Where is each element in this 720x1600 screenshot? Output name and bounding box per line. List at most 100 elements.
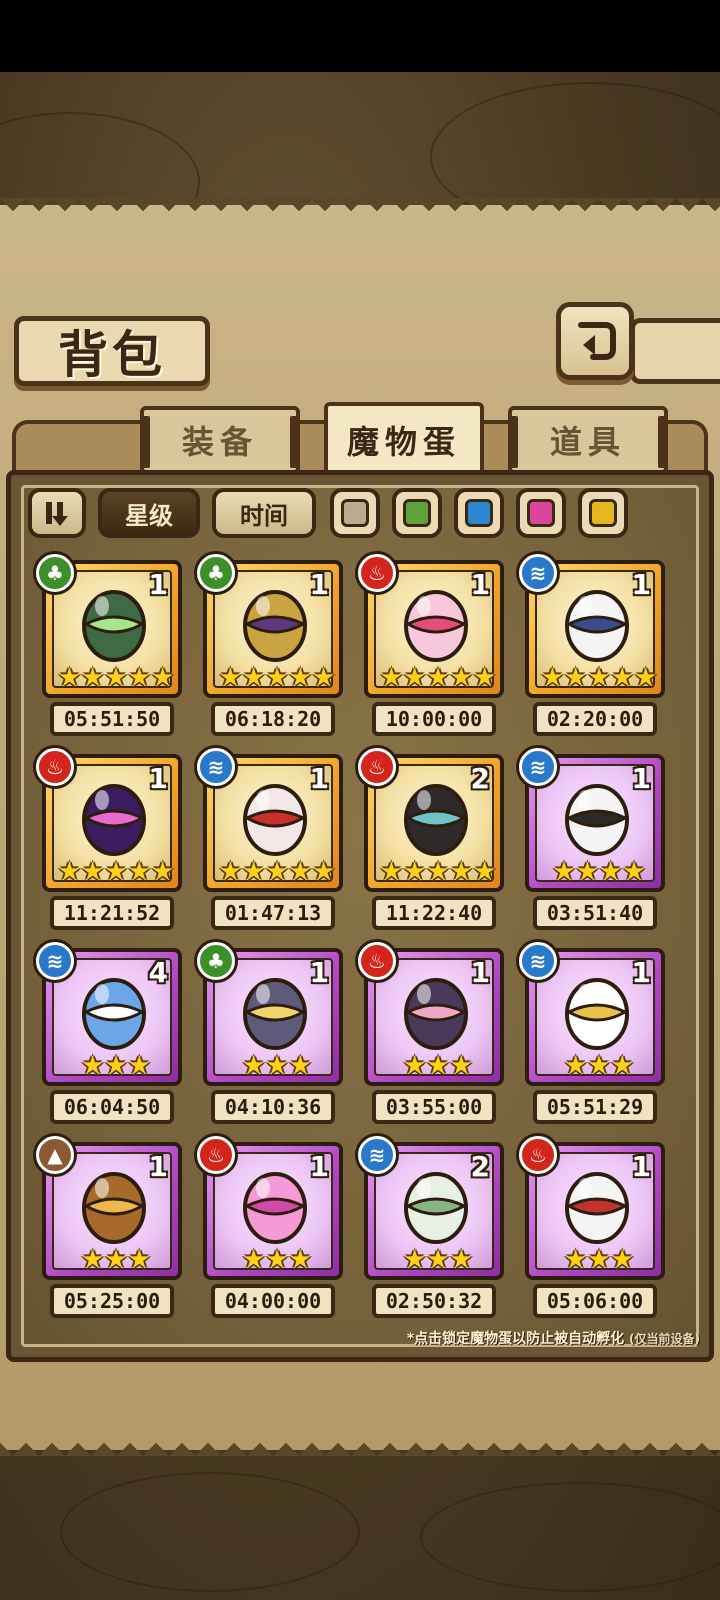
star-icon: ★ [288,857,312,887]
hatch-timer: 11:21:52 [50,896,174,930]
star-icon: ★ [81,857,105,887]
egg-slot[interactable]: 1 ★ ★ ★ ★ ★ ≋ 01:47:13 [197,748,343,934]
star-rating: ★ ★ ★ [529,1245,661,1275]
star-icon: ★ [311,857,336,887]
filter-color-pink[interactable] [516,488,566,538]
sort-by-stars-label: 星级 [125,500,173,530]
filter-color-yellow[interactable] [578,488,628,538]
tab-bar: 装备 魔物蛋 道具 [12,402,708,478]
auto-hatch-footnote: *点击锁定魔物蛋以防止被自动孵化 (仅当前设备) [300,1328,700,1348]
star-icon: ★ [426,1051,450,1081]
back-rail [630,318,720,384]
color-swatch [465,499,493,527]
egg-quantity: 1 [631,956,651,989]
star-rating: ★ ★ ★ ★ [529,858,661,886]
water-element-icon: ≋ [36,942,74,980]
star-icon: ★ [426,857,450,887]
egg-quantity: 1 [309,762,329,795]
star-rating: ★ ★ ★ [368,1051,500,1081]
egg-slot[interactable]: 1 ★ ★ ★ ★ ★ ♣ 05:51:50 [36,554,182,740]
star-icon: ★ [540,663,565,693]
fire-element-icon: ♨ [197,1136,235,1174]
star-icon: ★ [449,663,473,693]
star-icon: ★ [218,857,243,887]
sort-order-button[interactable] [28,488,86,538]
egg-slot[interactable]: 1 ★ ★ ★ ★ ★ ≋ 02:20:00 [519,554,665,740]
sort-by-time-button[interactable]: 时间 [212,488,316,538]
star-icon: ★ [426,1245,450,1275]
star-rating: ★ ★ ★ ★ ★ [207,857,339,887]
demon-mask-egg-icon [404,978,468,1050]
filter-color-green[interactable] [392,488,442,538]
egg-slot[interactable]: 1 ★ ★ ★ ♣ 04:10:36 [197,942,343,1128]
sort-by-stars-button[interactable]: 星级 [98,488,200,538]
egg-slot[interactable]: 1 ★ ★ ★ ★ ★ ♨ 10:00:00 [358,554,504,740]
star-icon: ★ [81,663,105,693]
page-title: 背包 [58,325,166,384]
spotted-nest-egg-icon [243,784,307,856]
egg-slot[interactable]: 1 ★ ★ ★ ≋ 05:51:29 [519,942,665,1128]
pirate-hat-egg-icon [404,784,468,856]
fire-element-icon: ♨ [358,748,396,786]
egg-grid: 1 ★ ★ ★ ★ ★ ♣ 05:51:50 1 ★ ★ ★ ★ ★ ♣ 06:18:20 1 ★ ★ ★ ★ ★ ♨ 10:… [36,554,678,1330]
hatch-timer: 05:51:50 [50,702,174,736]
tab-label: 魔物蛋 [346,423,461,461]
egg-slot[interactable]: 1 ★ ★ ★ ▲ 05:25:00 [36,1136,182,1322]
egg-slot[interactable]: 2 ★ ★ ★ ★ ★ ♨ 11:22:40 [358,748,504,934]
color-swatch [589,499,617,527]
star-icon: ★ [242,1245,266,1275]
tab-post [510,416,518,468]
egg-slot[interactable]: 1 ★ ★ ★ ♨ 03:55:00 [358,942,504,1128]
hatch-timer: 10:00:00 [372,702,496,736]
egg-quantity: 4 [148,956,168,989]
egg-quantity: 1 [631,568,651,601]
egg-quantity: 1 [148,568,168,601]
fire-element-icon: ♨ [36,748,74,786]
sort-toggle-icon [46,502,68,526]
star-rating: ★ ★ ★ [207,1245,339,1275]
star-icon: ★ [242,857,266,887]
star-icon: ★ [587,663,611,693]
egg-slot[interactable]: 1 ★ ★ ★ ★ ≋ 03:51:40 [519,748,665,934]
tab-items[interactable]: 道具 [508,406,668,474]
egg-quantity: 2 [470,762,490,795]
egg-slot[interactable]: 1 ★ ★ ★ ★ ★ ♣ 06:18:20 [197,554,343,740]
star-icon: ★ [288,1245,312,1275]
magic-lamp-egg-icon [243,590,307,662]
egg-quantity: 1 [148,762,168,795]
egg-slot[interactable]: 1 ★ ★ ★ ♨ 05:06:00 [519,1136,665,1322]
star-icon: ★ [127,1051,151,1081]
footnote-sub: (仅当前设备) [629,1332,700,1346]
star-icon: ★ [81,1245,105,1275]
water-element-icon: ≋ [519,748,557,786]
back-button[interactable] [556,302,634,380]
egg-slot[interactable]: 4 ★ ★ ★ ≋ 06:04:50 [36,942,182,1128]
star-rating: ★ ★ ★ ★ ★ [207,664,339,692]
tab-monster-eggs[interactable]: 魔物蛋 [324,402,484,478]
egg-slot[interactable]: 2 ★ ★ ★ ≋ 02:50:32 [358,1136,504,1322]
egg-quantity: 1 [470,956,490,989]
torn-edge-top [0,198,720,224]
grass-element-icon: ♣ [197,554,235,592]
star-icon: ★ [633,663,658,693]
star-icon: ★ [57,663,82,693]
star-icon: ★ [379,663,404,693]
egg-quantity: 1 [470,568,490,601]
tab-equipment[interactable]: 装备 [140,406,300,474]
star-rating: ★ ★ ★ [46,1245,178,1275]
egg-quantity: 2 [470,1150,490,1183]
star-rating: ★ ★ ★ ★ ★ [368,857,500,887]
star-icon: ★ [57,857,82,887]
egg-slot[interactable]: 1 ★ ★ ★ ★ ★ ♨ 11:21:52 [36,748,182,934]
egg-slot[interactable]: 1 ★ ★ ★ ♨ 04:00:00 [197,1136,343,1322]
star-icon: ★ [150,857,175,887]
title-plate: 背包 [14,316,210,386]
star-icon: ★ [564,663,588,693]
filter-color-blue[interactable] [454,488,504,538]
star-icon: ★ [403,857,427,887]
filter-color-gray[interactable] [330,488,380,538]
star-icon: ★ [127,857,151,887]
star-icon: ★ [564,1245,588,1275]
star-icon: ★ [449,857,473,887]
earth-element-icon: ▲ [36,1136,74,1174]
